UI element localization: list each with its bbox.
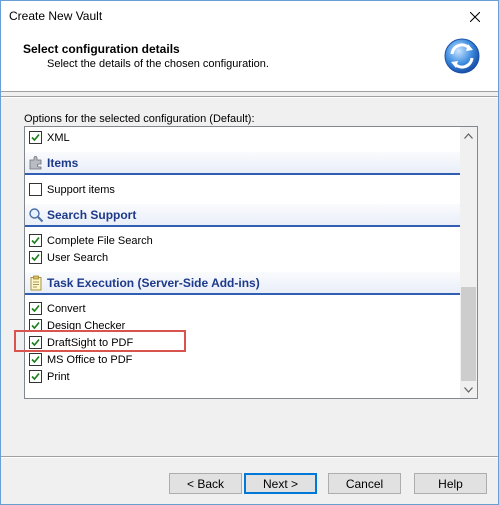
checkbox[interactable] [29,251,42,264]
close-button[interactable] [452,1,498,32]
chevron-up-icon [464,132,473,139]
checkbox[interactable] [29,370,42,383]
group-header-items: Items [25,152,460,175]
check-icon [31,372,40,381]
window-title: Create New Vault [9,9,103,23]
create-vault-dialog: Create New Vault Select configuration de… [0,0,499,505]
check-icon [31,355,40,364]
header-title: Select configuration details [23,42,180,56]
wizard-header: Select configuration details Select the … [1,32,498,92]
scroll-thumb[interactable] [461,287,476,381]
scroll-down-button[interactable] [460,381,477,398]
list-item[interactable]: Complete File Search [25,232,460,249]
group-header-task-execution: Task Execution (Server-Side Add-ins) [25,272,460,295]
puzzle-icon [29,155,42,169]
help-button[interactable]: Help [414,473,487,494]
checkbox[interactable] [29,131,42,144]
list-item-label: XML [47,131,70,144]
cancel-button[interactable]: Cancel [328,473,401,494]
options-label: Options for the selected configuration (… [24,113,255,125]
header-divider [1,96,498,98]
header-subtitle: Select the details of the chosen configu… [47,58,269,70]
annotation-highlight-box [14,330,186,352]
check-icon [31,253,40,262]
list-item-label: Complete File Search [47,234,153,247]
scroll-up-button[interactable] [460,127,477,144]
check-icon [31,133,40,142]
list-item[interactable]: Convert [25,300,460,317]
checkbox[interactable] [29,234,42,247]
list-item[interactable]: XML [25,129,460,146]
footer-divider [1,456,498,458]
group-header-label: Task Execution (Server-Side Add-ins) [47,275,260,290]
list-item-label: MS Office to PDF [47,353,133,366]
list-item-label: User Search [47,251,109,264]
clipboard-icon [30,275,42,290]
back-button[interactable]: < Back [169,473,242,494]
magnifier-icon [29,207,44,222]
list-item[interactable]: MS Office to PDF [25,351,460,368]
checkbox[interactable] [29,302,42,315]
list-item[interactable]: Support items [25,181,460,198]
list-item[interactable]: Print [25,368,460,385]
title-bar: Create New Vault [1,1,498,32]
check-icon [31,236,40,245]
chevron-down-icon [464,386,473,393]
vertical-scrollbar[interactable] [460,127,477,398]
close-icon [470,11,480,22]
vault-refresh-icon [444,38,480,74]
list-item-label: Print [47,370,70,383]
checkbox[interactable] [29,183,42,196]
list-item-label: Support items [47,183,115,196]
group-header-label: Items [47,155,79,170]
check-icon [31,304,40,313]
options-list[interactable]: XML Items Support items Search Support C… [24,126,478,399]
group-header-search-support: Search Support [25,204,460,227]
next-button[interactable]: Next > [244,473,317,494]
group-header-label: Search Support [47,207,137,222]
list-item[interactable]: User Search [25,249,460,266]
checkbox[interactable] [29,353,42,366]
list-item-label: Convert [47,302,86,315]
